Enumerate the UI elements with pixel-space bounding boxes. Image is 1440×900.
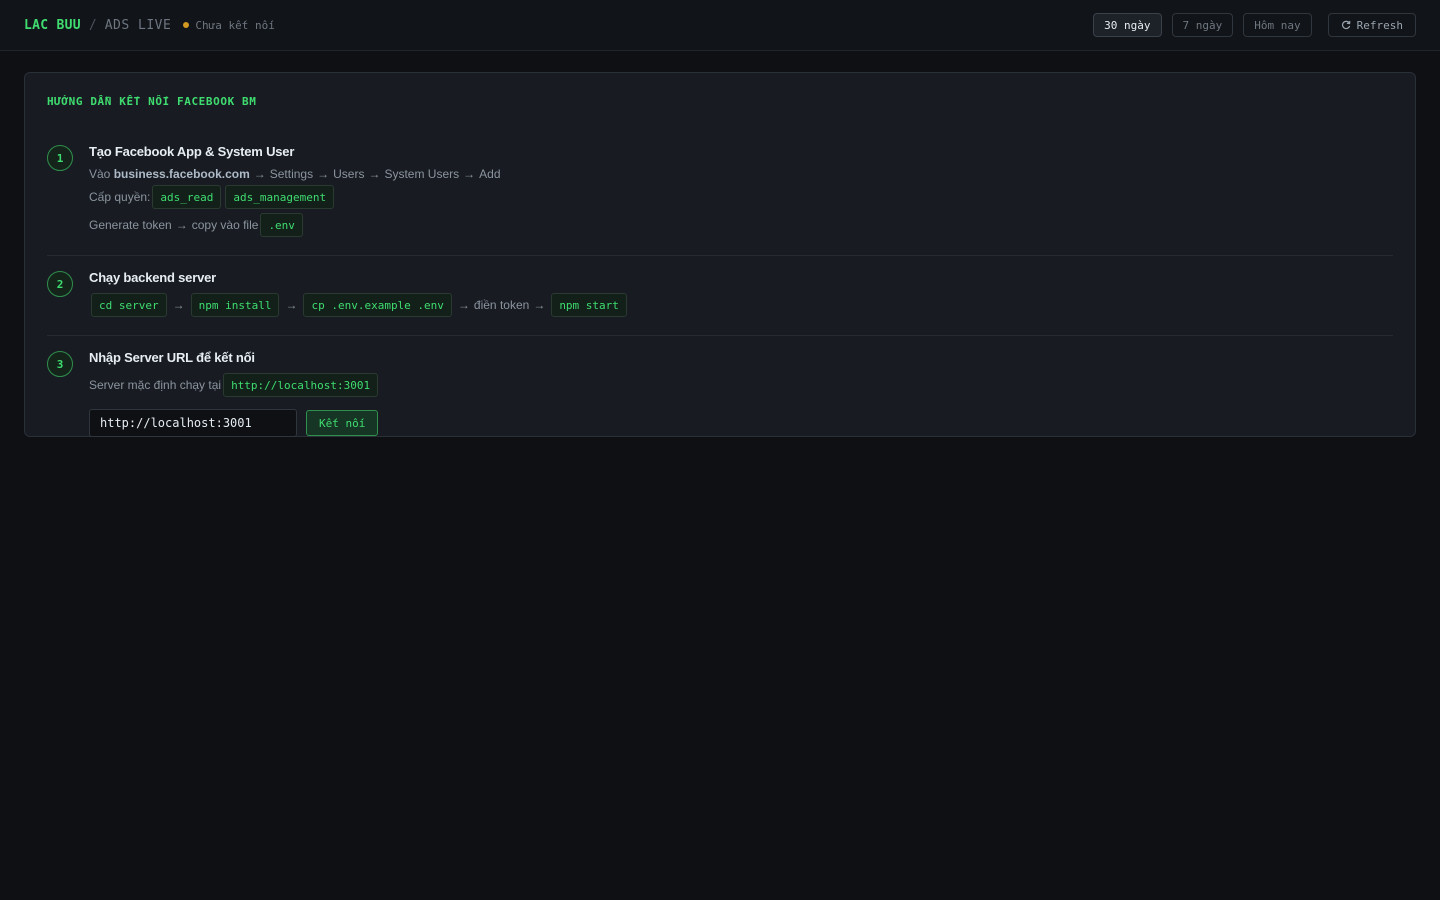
range-7-days-button[interactable]: 7 ngày <box>1171 13 1234 37</box>
commands-line: cd server → npm install → cp .env.exampl… <box>89 293 1393 317</box>
permissions-line: Cấp quyền: ads_read ads_management <box>89 185 1393 209</box>
default-server-text: Server mặc định chạy tại <box>89 378 222 392</box>
brand: LAC BUU / ADS LIVE Chưa kết nối <box>24 18 275 33</box>
path-settings: Settings <box>269 167 314 181</box>
token-line: Generate token → copy vào file .env <box>89 213 1393 237</box>
fill-token-text: điền token <box>473 298 530 312</box>
brand-name: LAC BUU <box>24 17 81 33</box>
arrow-icon: → <box>172 298 185 312</box>
refresh-button[interactable]: Refresh <box>1327 13 1416 37</box>
arrow-icon: → <box>457 298 470 312</box>
arrow-icon: → <box>253 167 266 181</box>
connect-button[interactable]: Kết nối <box>306 410 379 436</box>
refresh-icon <box>1341 20 1351 30</box>
business-site-text: business.facebook.com <box>113 167 250 181</box>
permissions-label: Cấp quyền: <box>89 190 151 204</box>
arrow-icon: → <box>175 218 188 232</box>
step-body: Chạy backend server cd server → npm inst… <box>89 270 1393 321</box>
step-1: 1 Tạo Facebook App & System User Vào bus… <box>47 130 1393 256</box>
step-number: 1 <box>47 145 73 171</box>
step-title: Chạy backend server <box>89 270 216 285</box>
step-body: Nhập Server URL để kết nối Server mặc đị… <box>89 350 1393 437</box>
header-actions: 30 ngày 7 ngày Hôm nay Refresh <box>1093 13 1416 37</box>
default-url-code: http://localhost:3001 <box>223 373 379 397</box>
guide-title: HƯỚNG DẪN KẾT NỐI FACEBOOK BM <box>47 95 257 108</box>
permission-code: ads_management <box>225 185 335 209</box>
top-bar: LAC BUU / ADS LIVE Chưa kết nối 30 ngày … <box>0 0 1440 51</box>
guide-card: HƯỚNG DẪN KẾT NỐI FACEBOOK BM 1 Tạo Face… <box>24 72 1416 437</box>
path-users: Users <box>333 167 365 181</box>
permission-code: ads_read <box>152 185 222 209</box>
status-dot-icon <box>183 22 190 28</box>
arrow-icon: → <box>533 298 546 312</box>
step-2: 2 Chạy backend server cd server → npm in… <box>47 256 1393 336</box>
connect-row: Kết nối <box>89 409 1393 437</box>
step-title: Nhập Server URL để kết nối <box>89 350 255 365</box>
default-server-line: Server mặc định chạy tại http://localhos… <box>89 373 1393 397</box>
arrow-icon: → <box>368 167 381 181</box>
generate-token-text: Generate token <box>89 218 172 232</box>
brand-separator: / <box>88 17 97 33</box>
step-3: 3 Nhập Server URL để kết nối Server mặc … <box>47 336 1393 451</box>
command-code: cp .env.example .env <box>303 293 452 317</box>
server-url-input[interactable] <box>89 409 297 437</box>
copy-to-file-text: copy vào file <box>191 218 259 232</box>
connection-status: Chưa kết nối <box>183 18 275 32</box>
step-1-instructions: Vào business.facebook.com → Settings → U… <box>89 167 1393 181</box>
arrow-icon: → <box>317 167 330 181</box>
arrow-icon: → <box>285 298 298 312</box>
command-code: cd server <box>91 293 167 317</box>
prefix-text: Vào <box>89 167 111 181</box>
step-body: Tạo Facebook App & System User Vào busin… <box>89 144 1393 241</box>
connection-status-text: Chưa kết nối <box>195 18 275 32</box>
command-code: npm start <box>551 293 627 317</box>
path-system-users: System Users <box>384 167 460 181</box>
refresh-label: Refresh <box>1356 18 1403 32</box>
command-code: npm install <box>190 293 280 317</box>
step-number: 2 <box>47 271 73 297</box>
brand-subtitle: ADS LIVE <box>104 17 172 33</box>
range-today-button[interactable]: Hôm nay <box>1243 13 1312 37</box>
range-30-days-button[interactable]: 30 ngày <box>1093 13 1162 37</box>
env-file-code: .env <box>260 213 303 237</box>
step-number: 3 <box>47 351 73 377</box>
arrow-icon: → <box>463 167 476 181</box>
path-add: Add <box>479 167 501 181</box>
step-title: Tạo Facebook App & System User <box>89 144 295 159</box>
